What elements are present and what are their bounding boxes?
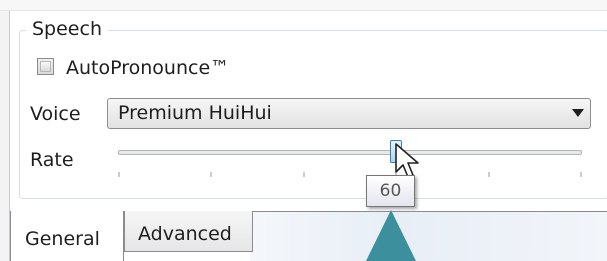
rate-value-tooltip: 60	[366, 175, 415, 207]
voice-label: Voice	[30, 103, 81, 125]
voice-selected-value: Premium HuiHui	[118, 102, 272, 124]
pointer-triangle	[366, 210, 416, 261]
tab-advanced-label: Advanced	[138, 223, 232, 245]
top-border	[0, 0, 607, 11]
rate-slider[interactable]	[118, 140, 582, 184]
chevron-down-icon	[572, 109, 584, 117]
speech-group-title: Speech	[26, 16, 108, 42]
tab-general-label: General	[25, 228, 100, 250]
rate-slider-ticks	[118, 172, 582, 177]
tab-advanced[interactable]: Advanced	[124, 211, 253, 252]
autopronounce-label[interactable]: AutoPronounce™	[66, 55, 229, 81]
voice-dropdown[interactable]: Premium HuiHui	[107, 98, 591, 129]
rate-label: Rate	[30, 149, 74, 171]
tab-general[interactable]: General	[10, 211, 124, 261]
window-edge	[0, 0, 10, 261]
autopronounce-checkbox[interactable]	[37, 58, 54, 75]
background-panel	[250, 212, 607, 261]
